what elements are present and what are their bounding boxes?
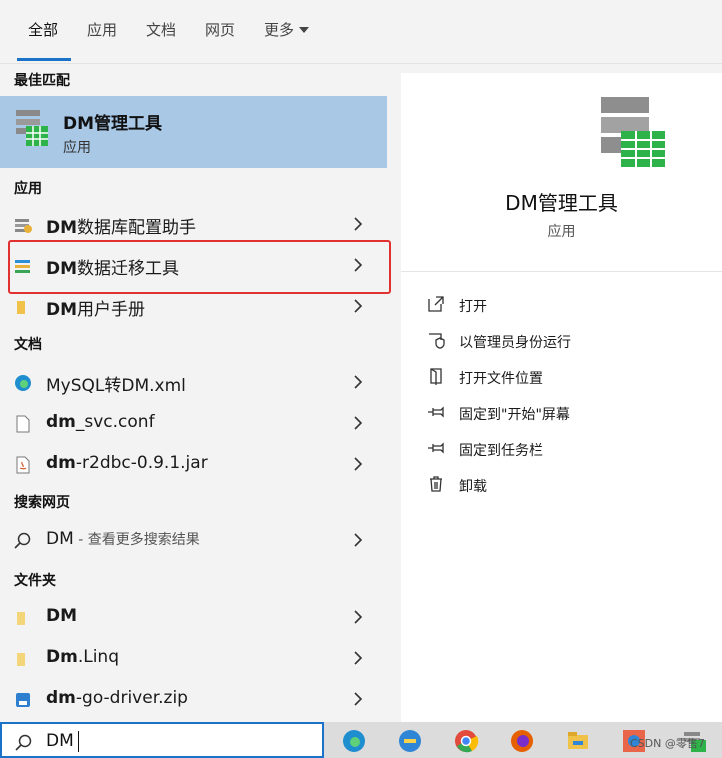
list-item[interactable]: dm-go-driver.zip xyxy=(0,681,387,717)
search-value: DM xyxy=(46,731,74,751)
uninstall-label: 卸载 xyxy=(459,479,487,495)
results-list: 最佳匹配 DM管理工具 应用 应用 DM数据库配置助手 DM数据迁移工具 DM用… xyxy=(0,64,400,722)
folder-icon xyxy=(17,653,25,666)
ie-icon[interactable] xyxy=(397,728,423,754)
edge-icon[interactable] xyxy=(341,728,367,754)
item-label: 用户手册 xyxy=(77,300,146,320)
section-best-match: 最佳匹配 xyxy=(14,73,70,89)
item-match: Dm xyxy=(46,647,78,667)
chrome-icon[interactable] xyxy=(453,728,479,754)
open-action[interactable]: 打开 xyxy=(427,290,707,320)
folder-icon xyxy=(17,301,25,314)
item-label: -go-driver.zip xyxy=(75,688,188,708)
chevron-right-icon[interactable] xyxy=(350,454,366,474)
search-input[interactable]: DM xyxy=(0,722,324,758)
pin-to-start-label: 固定到"开始"屏幕 xyxy=(459,407,570,423)
open-label: 打开 xyxy=(459,299,487,315)
list-item[interactable]: dm_svc.conf xyxy=(0,405,387,441)
file-location-icon xyxy=(430,368,442,385)
pin-to-taskbar-label: 固定到任务栏 xyxy=(459,443,543,459)
chevron-right-icon[interactable] xyxy=(350,296,366,316)
java-file-icon xyxy=(16,456,30,474)
best-match-item[interactable]: DM管理工具 应用 xyxy=(0,96,387,168)
chevron-right-icon[interactable] xyxy=(350,689,366,709)
chevron-right-icon[interactable] xyxy=(350,372,366,392)
chevron-down-icon xyxy=(299,27,310,33)
chevron-right-icon[interactable] xyxy=(350,214,366,234)
item-label: -r2dbc-0.9.1.jar xyxy=(75,453,208,473)
chevron-right-icon[interactable] xyxy=(350,413,366,433)
tab-more-label: 更多 xyxy=(264,21,295,39)
taskbar: DM CSDN @零售7 xyxy=(0,722,722,758)
section-folders: 文件夹 xyxy=(14,573,56,589)
open-icon xyxy=(428,296,444,312)
pin-icon xyxy=(428,406,444,418)
db-config-icon xyxy=(15,219,32,233)
section-web: 搜索网页 xyxy=(14,495,70,511)
uninstall-action[interactable]: 卸载 xyxy=(427,470,707,500)
zip-icon xyxy=(16,693,30,707)
item-match: DM xyxy=(46,218,78,238)
web-search-item[interactable]: DM - 查看更多搜索结果 xyxy=(0,522,387,558)
item-label: 数据库配置助手 xyxy=(77,218,197,238)
dm-manager-icon xyxy=(601,97,665,167)
firefox-icon[interactable] xyxy=(509,728,535,754)
list-item[interactable]: dm-r2dbc-0.9.1.jar xyxy=(0,446,387,482)
divider xyxy=(401,271,722,272)
list-item[interactable]: Dm.Linq xyxy=(0,640,387,676)
search-icon xyxy=(15,734,32,751)
item-label: _svc.conf xyxy=(75,412,155,432)
web-hint: - 查看更多搜索结果 xyxy=(73,532,200,548)
item-match: DM xyxy=(46,606,78,626)
pin-to-start-action[interactable]: 固定到"开始"屏幕 xyxy=(427,398,707,428)
tab-web[interactable]: 网页 xyxy=(205,19,235,40)
detail-panel: DM管理工具 应用 打开 以管理员身份运行 打开文件位置 固定到"开始"屏幕 固… xyxy=(401,73,722,722)
search-icon xyxy=(14,532,31,549)
web-query: DM xyxy=(46,529,74,549)
edge-icon xyxy=(15,375,31,391)
list-item[interactable]: DM xyxy=(0,599,387,635)
best-match-title: DM管理工具 xyxy=(63,114,163,134)
best-match-subtitle: 应用 xyxy=(63,140,91,156)
open-file-location-label: 打开文件位置 xyxy=(459,371,543,387)
tab-apps[interactable]: 应用 xyxy=(87,19,117,40)
text-cursor xyxy=(78,731,79,752)
item-label: MySQL转DM.xml xyxy=(46,376,186,396)
shield-icon xyxy=(429,333,445,349)
dm-manager-icon xyxy=(16,110,48,146)
item-label: .Linq xyxy=(77,647,119,667)
tab-docs[interactable]: 文档 xyxy=(146,19,176,40)
list-item[interactable]: DM用户手册 xyxy=(0,288,387,324)
pin-icon xyxy=(428,442,444,454)
watermark: CSDN @零售7 xyxy=(630,737,705,750)
detail-subtitle: 应用 xyxy=(547,224,576,240)
detail-title: DM管理工具 xyxy=(505,191,618,215)
folder-icon xyxy=(17,612,25,625)
section-apps: 应用 xyxy=(14,181,42,197)
highlight-annotation-box xyxy=(8,240,391,294)
file-icon xyxy=(16,415,30,433)
list-item[interactable]: MySQL转DM.xml xyxy=(0,364,387,400)
pin-to-taskbar-action[interactable]: 固定到任务栏 xyxy=(427,434,707,464)
section-docs: 文档 xyxy=(14,337,42,353)
item-match: dm xyxy=(46,688,76,708)
tab-more[interactable]: 更多 xyxy=(264,19,310,40)
run-as-admin-label: 以管理员身份运行 xyxy=(459,335,571,351)
open-file-location-action[interactable]: 打开文件位置 xyxy=(427,362,707,392)
trash-icon xyxy=(430,476,442,492)
item-match: dm xyxy=(46,453,76,473)
item-match: dm xyxy=(46,412,76,432)
item-match: DM xyxy=(46,300,78,320)
search-filter-tabs: 全部 应用 文档 网页 更多 xyxy=(0,0,722,64)
chevron-right-icon[interactable] xyxy=(350,648,366,668)
list-item[interactable]: DM数据库配置助手 xyxy=(0,206,387,242)
run-as-admin-action[interactable]: 以管理员身份运行 xyxy=(427,326,707,356)
tab-all[interactable]: 全部 xyxy=(28,19,58,40)
chevron-right-icon[interactable] xyxy=(350,607,366,627)
chevron-right-icon[interactable] xyxy=(350,530,366,550)
active-tab-indicator xyxy=(17,58,71,61)
file-explorer-icon[interactable] xyxy=(565,728,591,754)
